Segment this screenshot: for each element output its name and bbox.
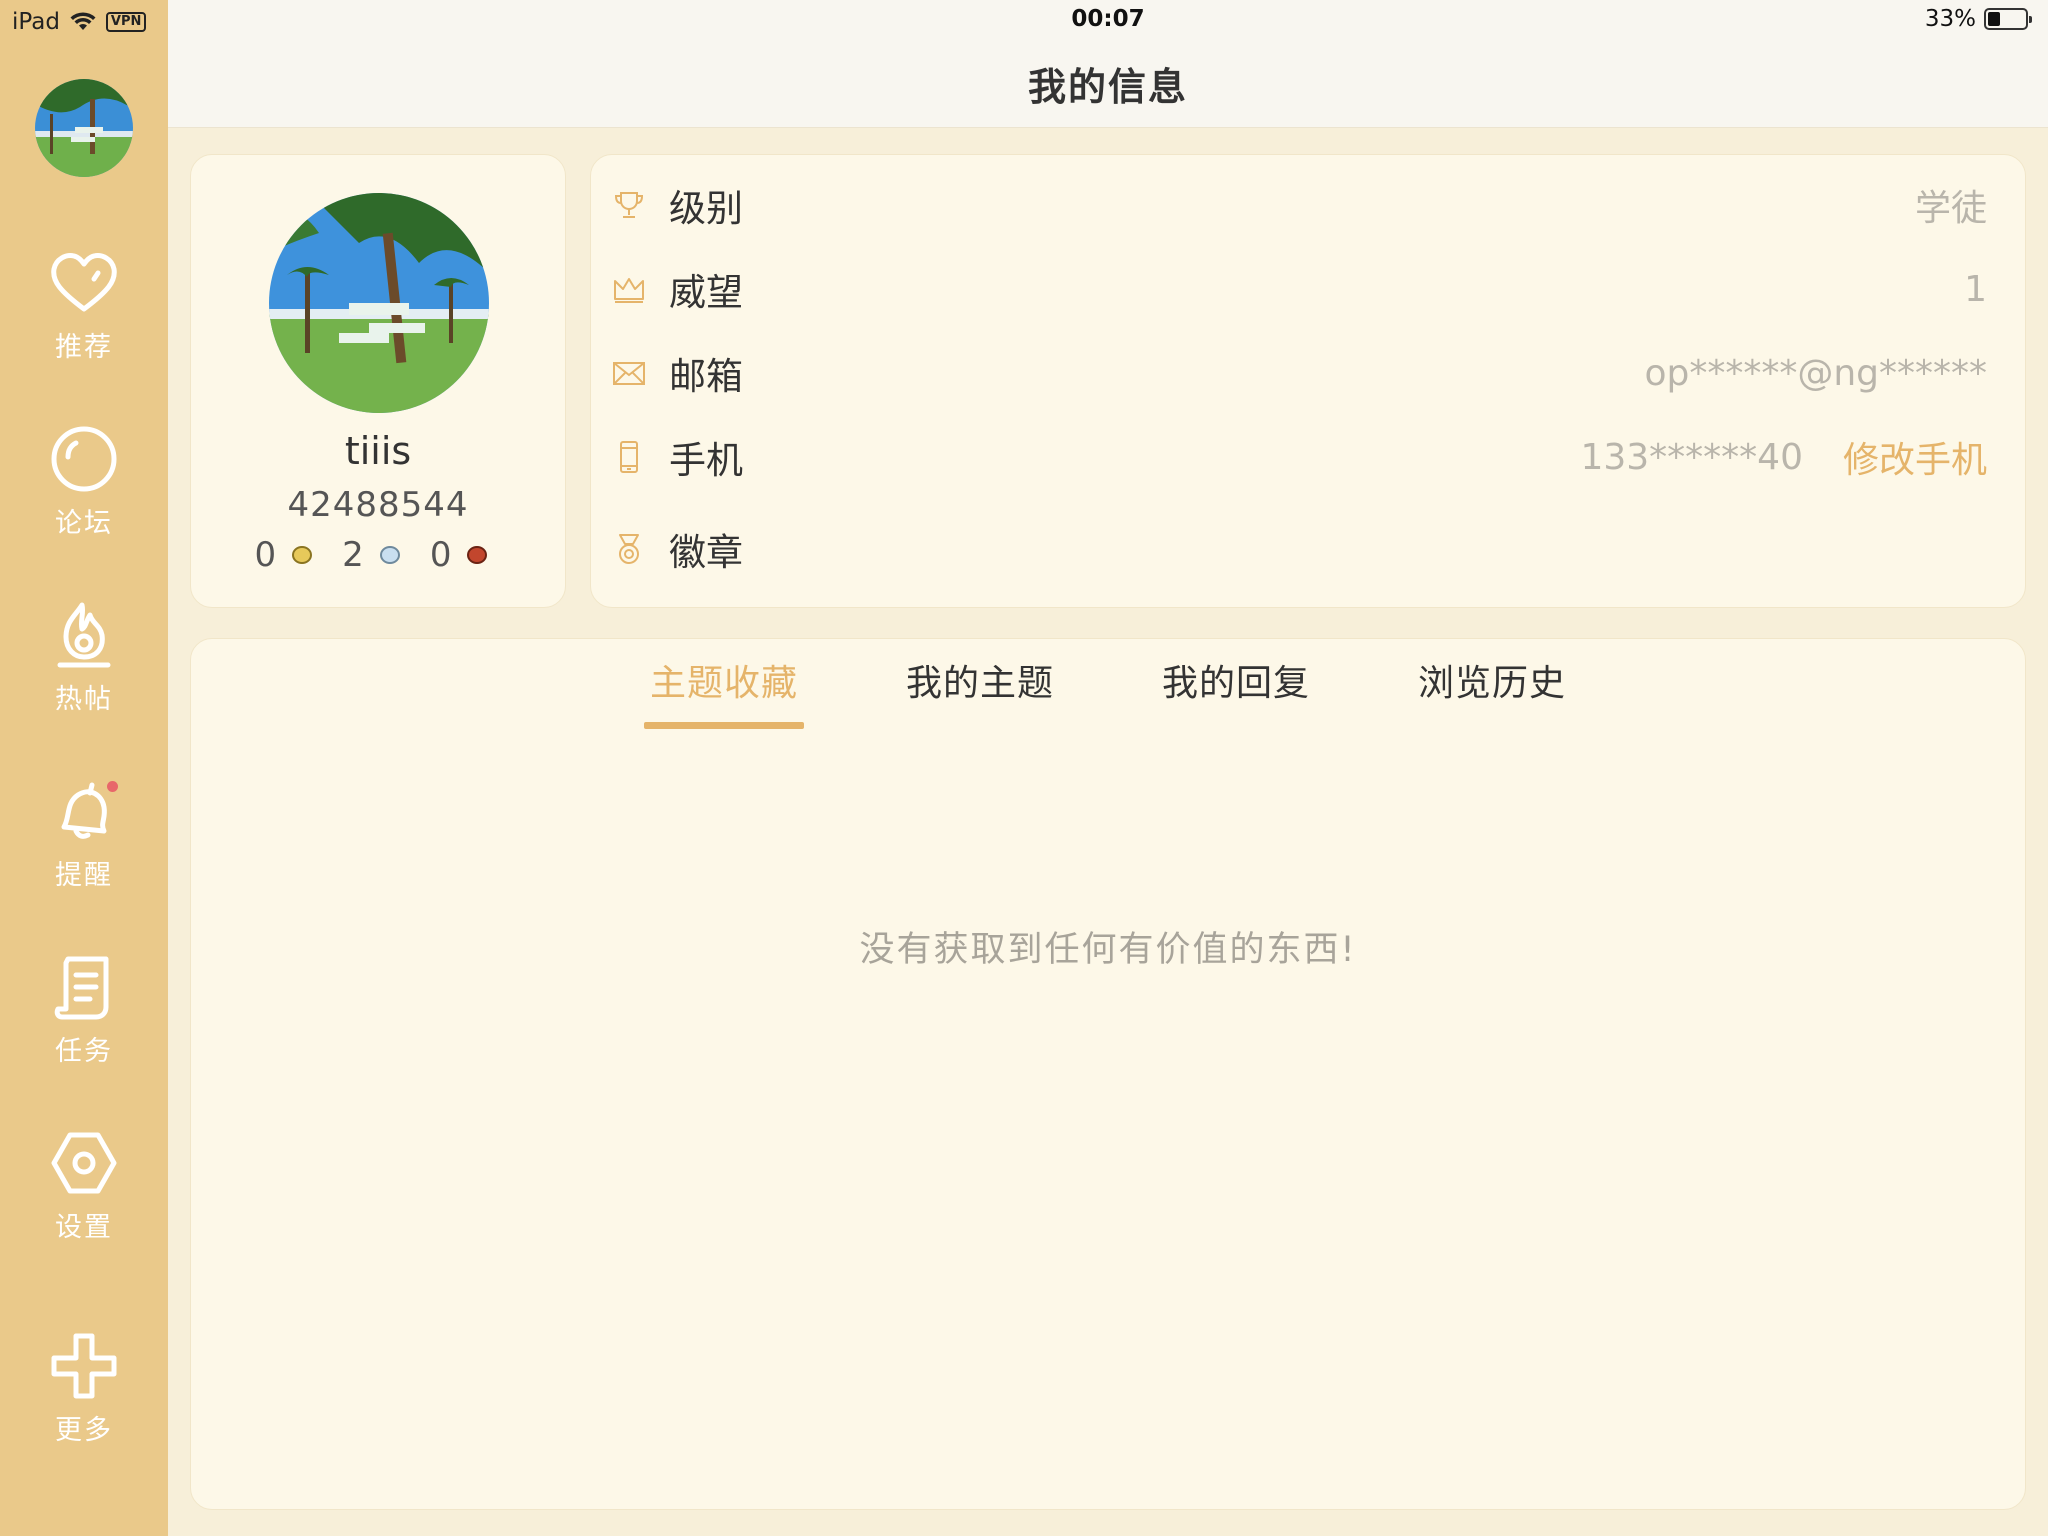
tab-browse-history[interactable]: 浏览历史	[1412, 659, 1572, 729]
sidebar-item-label: 任务	[55, 1036, 113, 1067]
trophy-icon	[614, 192, 644, 218]
sidebar-item-label: 提醒	[55, 860, 113, 891]
email-value: op******@ng******	[1644, 352, 1987, 394]
sidebar: iPad VPN 推荐 论坛 热帖 提醒 任务 设置 更多	[0, 0, 168, 1536]
crown-icon	[614, 278, 644, 303]
info-row-prestige: 威望 1	[611, 259, 1987, 319]
copper-coin-icon	[467, 546, 488, 564]
info-row-level: 级别 学徒	[611, 175, 1987, 235]
info-row-phone: 手机 133******40 修改手机	[611, 427, 1987, 487]
avatar-image	[35, 79, 133, 177]
change-phone-button[interactable]: 修改手机	[1843, 431, 1987, 483]
profile-avatar[interactable]	[269, 193, 489, 413]
forum-icon	[51, 426, 117, 492]
app-root: iPad VPN 推荐 论坛 热帖 提醒 任务 设置 更多 00:07 33% …	[0, 0, 2048, 1536]
silver-coin-count: 2	[342, 535, 364, 575]
sidebar-item-label: 更多	[55, 1415, 113, 1446]
info-label: 级别	[669, 187, 743, 230]
top-bar: 00:07 33% 我的信息	[168, 0, 2048, 128]
empty-state-message: 没有获取到任何有价值的东西!	[859, 930, 1357, 970]
tab-favorite-topics[interactable]: 主题收藏	[643, 659, 805, 729]
sidebar-item-hot[interactable]: 热帖	[0, 597, 168, 727]
tab-my-topics[interactable]: 我的主题	[900, 659, 1060, 729]
medal-icon	[619, 534, 639, 564]
level-value: 学徒	[1914, 188, 1987, 229]
sidebar-item-label: 设置	[55, 1212, 113, 1243]
sidebar-item-tasks[interactable]: 任务	[0, 949, 168, 1079]
settings-hex-icon	[51, 1132, 117, 1194]
profile-card: tiiis 42488544 0 2 0	[190, 154, 566, 608]
coin-balances: 0 2 0	[191, 535, 565, 575]
prestige-value: 1	[1964, 268, 1987, 310]
phone-value: 133******40	[1580, 436, 1803, 478]
sidebar-item-recommend[interactable]: 推荐	[0, 245, 168, 375]
heart-icon	[51, 253, 117, 312]
page-title: 我的信息	[1027, 65, 1188, 109]
sidebar-item-label: 热帖	[55, 684, 113, 715]
phone-icon	[620, 441, 638, 473]
battery-percent: 33%	[1924, 6, 1976, 32]
task-scroll-icon	[54, 956, 109, 1020]
flame-icon	[57, 602, 111, 668]
sidebar-item-label: 推荐	[55, 332, 113, 363]
silver-coin-icon	[379, 546, 400, 564]
content-card: 主题收藏 我的主题 我的回复 浏览历史 没有获取到任何有价值的东西!	[190, 638, 2026, 1510]
sidebar-item-more[interactable]: 更多	[0, 1328, 168, 1458]
battery-fill	[1988, 12, 2000, 26]
sidebar-item-remind[interactable]: 提醒	[0, 773, 168, 903]
info-row-email: 邮箱 op******@ng******	[611, 343, 1987, 403]
battery-indicator: 33%	[1924, 6, 2032, 32]
notification-badge	[107, 781, 118, 792]
mail-icon	[613, 362, 645, 385]
tab-bar: 主题收藏 我的主题 我的回复 浏览历史	[191, 659, 2025, 729]
vpn-badge: VPN	[105, 12, 147, 32]
sidebar-avatar[interactable]	[35, 79, 133, 177]
copper-coin-count: 0	[429, 535, 452, 575]
device-name: iPad	[12, 9, 60, 35]
profile-name: tiiis	[344, 429, 412, 473]
battery-icon	[1984, 8, 2032, 30]
info-label: 手机	[669, 439, 743, 482]
gold-coin-count: 0	[254, 535, 277, 575]
status-bar-left: iPad VPN	[12, 6, 147, 38]
wifi-icon	[70, 12, 96, 30]
avatar-image	[269, 193, 489, 413]
info-label: 徽章	[669, 531, 743, 574]
sidebar-item-settings[interactable]: 设置	[0, 1125, 168, 1255]
info-label: 威望	[669, 271, 743, 314]
profile-uid: 42488544	[287, 485, 469, 525]
sidebar-item-label: 论坛	[55, 508, 113, 539]
gold-coin-icon	[292, 546, 313, 564]
info-row-badges[interactable]: 徽章	[611, 519, 1987, 579]
info-label: 邮箱	[669, 355, 743, 398]
status-time: 00:07	[1071, 6, 1145, 32]
info-card: 级别 学徒 威望 1 邮箱 op******@ng****** 手机 133**…	[590, 154, 2026, 608]
plus-icon	[51, 1333, 117, 1399]
sidebar-item-forum[interactable]: 论坛	[0, 421, 168, 551]
tab-my-replies[interactable]: 我的回复	[1156, 659, 1316, 729]
